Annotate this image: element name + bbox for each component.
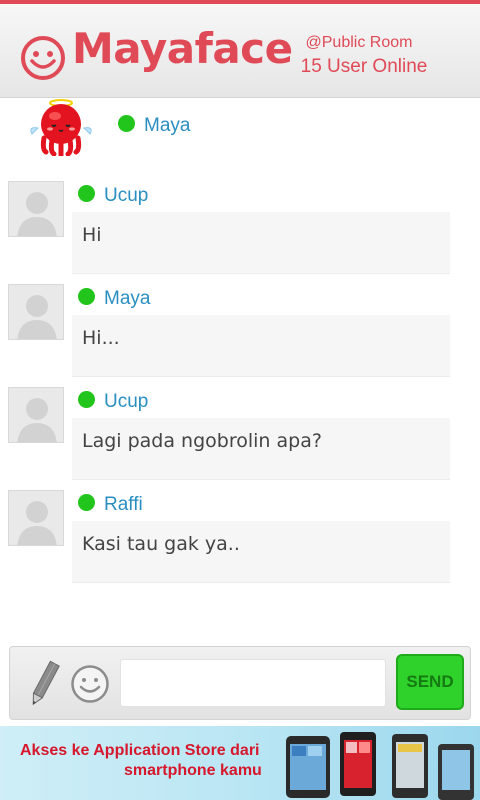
default-user-avatar-icon[interactable] (8, 284, 64, 340)
banner-line-2: smartphone kamu (124, 762, 262, 779)
user-name-label: Maya (144, 115, 191, 136)
current-user-row: Maya (0, 98, 480, 160)
message-bubble: Hi (72, 212, 450, 274)
chat-message: Raffi Kasi tau gak ya.. (0, 490, 480, 593)
send-button[interactable]: SEND (396, 654, 464, 710)
sender-name[interactable]: Maya (78, 288, 150, 310)
banner-line-1: Akses ke Application Store dari (20, 742, 260, 759)
sender-name-label: Maya (104, 288, 151, 309)
online-status-icon (118, 115, 135, 133)
smiley-emoji-icon[interactable] (70, 664, 110, 704)
default-user-avatar-icon[interactable] (8, 490, 64, 546)
app-title: Mayaface (72, 24, 293, 73)
online-status-icon (78, 185, 95, 203)
chat-message: Maya Hi... (0, 284, 480, 387)
pencil-icon[interactable] (28, 659, 60, 709)
sender-name[interactable]: Raffi (78, 494, 143, 516)
room-name[interactable]: @Public Room (274, 34, 444, 52)
message-bubble: Kasi tau gak ya.. (72, 521, 450, 583)
default-user-avatar-icon[interactable] (8, 181, 64, 237)
message-input[interactable] (120, 659, 386, 707)
sender-name-label: Ucup (104, 185, 149, 206)
online-count: 15 User Online (300, 56, 428, 77)
smartphones-icon (286, 732, 474, 800)
default-user-avatar-icon[interactable] (8, 387, 64, 443)
online-status-icon (78, 494, 95, 512)
message-bubble: Hi... (72, 315, 450, 377)
app-header: Mayaface @Public Room 15 User Online (0, 0, 480, 98)
current-user-name: Maya (118, 115, 190, 137)
sender-name[interactable]: Ucup (78, 185, 148, 207)
chat-message: Ucup Lagi pada ngobrolin apa? (0, 387, 480, 490)
sender-name[interactable]: Ucup (78, 391, 148, 413)
red-octopus-mascot-icon[interactable] (28, 98, 94, 156)
message-bubble: Lagi pada ngobrolin apa? (72, 418, 450, 480)
online-status-icon (78, 288, 95, 306)
sender-name-label: Raffi (104, 494, 143, 515)
sender-name-label: Ucup (104, 391, 149, 412)
chat-message: Ucup Hi (0, 181, 480, 284)
online-status-icon (78, 391, 95, 409)
message-composer: SEND (9, 646, 471, 720)
app-store-banner[interactable]: Akses ke Application Store dari smartpho… (0, 726, 480, 800)
smiley-face-icon (21, 36, 65, 80)
